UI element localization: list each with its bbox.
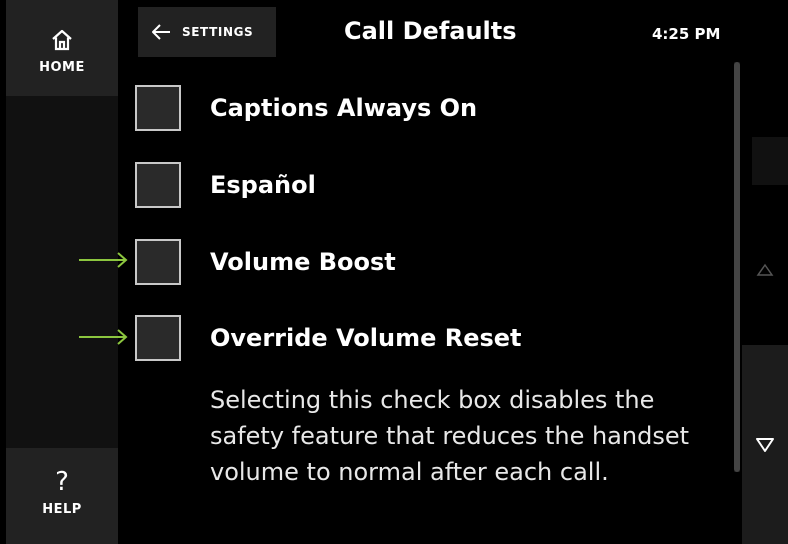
- home-icon: [50, 26, 74, 54]
- back-button-label: SETTINGS: [182, 25, 254, 39]
- home-button[interactable]: HOME: [6, 0, 118, 96]
- option-espanol[interactable]: Español: [135, 160, 725, 210]
- triangle-down-icon: [756, 437, 774, 452]
- page-title: Call Defaults: [344, 17, 517, 45]
- checkbox-captions-always-on[interactable]: [135, 85, 181, 131]
- checkbox-volume-boost[interactable]: [135, 239, 181, 285]
- help-button[interactable]: ? HELP: [6, 448, 118, 544]
- question-icon: ?: [55, 467, 69, 497]
- scroll-position-block: [752, 137, 788, 185]
- option-label: Español: [210, 171, 316, 199]
- call-defaults-screen: HOME ? HELP SETTINGS Call Defaults 4:25 …: [0, 0, 788, 544]
- help-label: HELP: [42, 502, 82, 517]
- page-down-button[interactable]: [742, 345, 788, 544]
- scrollbar-thumb[interactable]: [734, 62, 740, 472]
- option-label: Override Volume Reset: [210, 324, 522, 352]
- left-nav-rail: HOME ? HELP: [6, 0, 118, 544]
- back-to-settings-button[interactable]: SETTINGS: [138, 7, 276, 57]
- triangle-up-icon: [756, 263, 774, 276]
- annotation-arrow-icon: [79, 329, 128, 345]
- arrow-left-icon: [150, 21, 172, 43]
- page-up-button[interactable]: [742, 195, 788, 345]
- clock-time: 4:25 PM: [652, 25, 721, 43]
- checkbox-espanol[interactable]: [135, 162, 181, 208]
- checkbox-override-volume-reset[interactable]: [135, 315, 181, 361]
- option-override-volume-reset[interactable]: Override Volume Reset: [135, 313, 725, 363]
- home-label: HOME: [39, 60, 85, 75]
- option-label: Volume Boost: [210, 248, 396, 276]
- option-volume-boost[interactable]: Volume Boost: [135, 237, 725, 287]
- annotation-arrow-icon: [79, 252, 128, 268]
- option-captions-always-on[interactable]: Captions Always On: [135, 83, 725, 133]
- override-description: Selecting this check box disables the sa…: [210, 386, 690, 486]
- option-label: Captions Always On: [210, 94, 478, 122]
